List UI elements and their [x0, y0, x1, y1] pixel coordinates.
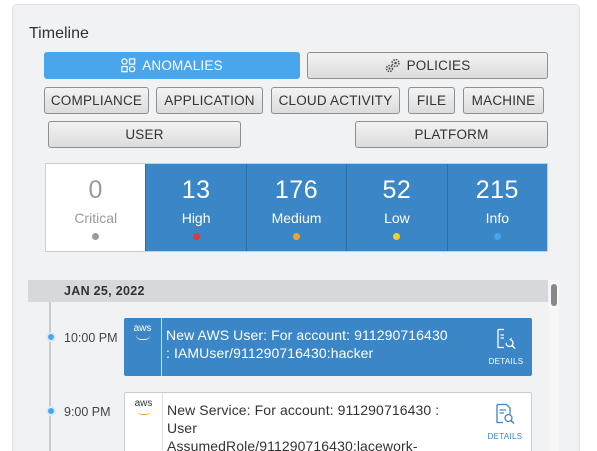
timeline-bullet: [46, 332, 56, 342]
event-text: New AWS User: For account: 911290716430 …: [162, 318, 480, 376]
panel-title: Timeline: [29, 25, 89, 42]
severity-count: 13: [181, 176, 211, 204]
severity-count: 215: [475, 176, 519, 204]
severity-count: 176: [274, 176, 319, 204]
event-line-2: : IAMUser/911290716430:hacker: [166, 345, 374, 361]
severity-count: 0: [88, 176, 103, 204]
policies-label: POLICIES: [406, 58, 471, 73]
timeline-bullet: [46, 406, 56, 416]
severity-info[interactable]: 215 Info: [446, 164, 548, 251]
date-header: JAN 25, 2022: [28, 280, 548, 302]
event-line-2: User: [167, 420, 197, 436]
event-card[interactable]: aws New Service: For account: 9112907164…: [124, 392, 532, 451]
anomalies-icon: [121, 58, 136, 73]
event-time: 10:00 PM: [64, 331, 118, 345]
gears-icon: [385, 58, 400, 73]
details-button[interactable]: DETAILS: [479, 393, 531, 451]
platform-filter-button[interactable]: PLATFORM: [355, 121, 548, 148]
aws-logo-text: aws: [134, 398, 153, 409]
aws-logo-text: aws: [133, 323, 152, 334]
event-line-3: AssumedRole/911290716430:lacework-: [167, 438, 418, 451]
file-filter-button[interactable]: FILE: [408, 87, 455, 114]
event-line-1: New AWS User: For account: 911290716430: [166, 327, 448, 343]
severity-high[interactable]: 13 High: [145, 164, 246, 251]
document-search-icon: [496, 403, 515, 425]
severity-count: 52: [382, 176, 412, 204]
compliance-filter-button[interactable]: COMPLIANCE: [44, 87, 149, 114]
severity-medium[interactable]: 176 Medium: [245, 164, 347, 251]
severity-label: Medium: [271, 210, 322, 226]
severity-dot: [393, 233, 401, 240]
severity-dot: [192, 233, 200, 240]
severity-critical[interactable]: 0 Critical: [46, 164, 146, 251]
scrollbar[interactable]: [549, 280, 559, 451]
severity-low[interactable]: 52 Low: [346, 164, 447, 251]
event-line-1: New Service: For account: 911290716430 :: [167, 402, 440, 418]
anomalies-label: ANOMALIES: [142, 58, 223, 73]
user-filter-button[interactable]: USER: [48, 121, 241, 148]
selected-pointer: [504, 321, 516, 345]
severity-summary: 0 Critical 13 High 176 Medium 52 Low 215…: [45, 163, 548, 252]
application-filter-button[interactable]: APPLICATION: [156, 87, 263, 114]
event-card-selected[interactable]: aws New AWS User: For account: 911290716…: [124, 318, 532, 376]
severity-label: Info: [485, 210, 509, 226]
severity-dot: [493, 233, 501, 240]
event-text: New Service: For account: 911290716430 :…: [163, 393, 479, 451]
severity-dot: [92, 233, 100, 240]
machine-filter-button[interactable]: MACHINE: [463, 87, 544, 114]
policies-filter-button[interactable]: POLICIES: [307, 52, 548, 79]
details-label: DETAILS: [488, 357, 524, 366]
scrollbar-thumb[interactable]: [551, 284, 557, 306]
cloud-activity-filter-button[interactable]: CLOUD ACTIVITY: [271, 87, 400, 114]
severity-dot: [293, 233, 301, 240]
details-label: DETAILS: [487, 432, 523, 441]
anomalies-filter-button[interactable]: ANOMALIES: [44, 52, 300, 79]
timeline-line: [49, 302, 51, 451]
timeline-panel: Timeline ANOMALIES POLICIES COMPLIANCE A…: [12, 4, 580, 451]
event-time: 9:00 PM: [64, 405, 111, 419]
severity-label: Low: [384, 210, 410, 226]
severity-label: High: [181, 210, 211, 226]
aws-icon: aws: [125, 393, 163, 451]
aws-icon: aws: [124, 318, 162, 376]
severity-label: Critical: [74, 210, 118, 226]
